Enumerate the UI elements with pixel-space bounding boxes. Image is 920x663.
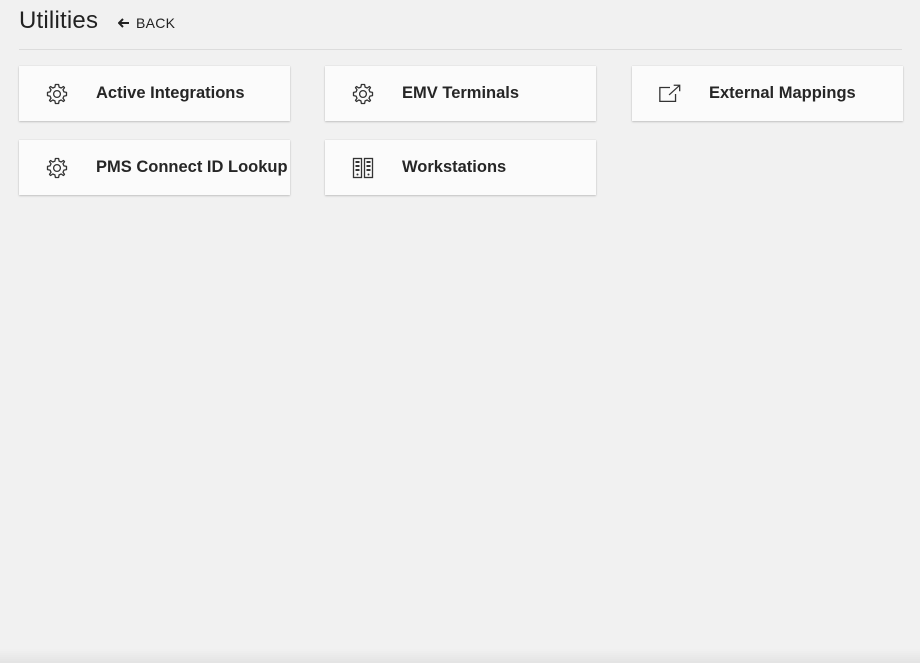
tile-label: External Mappings xyxy=(709,84,856,102)
back-label: BACK xyxy=(136,15,176,31)
external-link-icon xyxy=(658,82,682,106)
tile-workstations[interactable]: Workstations xyxy=(325,140,596,195)
bottom-shadow xyxy=(0,649,920,663)
tile-active-integrations[interactable]: Active Integrations xyxy=(19,66,290,121)
workstations-icon xyxy=(351,156,375,180)
tile-emv-terminals[interactable]: EMV Terminals xyxy=(325,66,596,121)
tile-pms-connect-id-lookup[interactable]: PMS Connect ID Lookup xyxy=(19,140,290,195)
tile-label: PMS Connect ID Lookup xyxy=(96,158,288,176)
header-divider xyxy=(19,49,902,50)
gear-icon xyxy=(351,82,375,106)
tile-label: EMV Terminals xyxy=(402,84,520,102)
back-button[interactable]: BACK xyxy=(118,14,175,32)
page-title: Utilities xyxy=(19,7,99,34)
tile-external-mappings[interactable]: External Mappings xyxy=(632,66,903,121)
tile-label: Workstations xyxy=(402,158,507,176)
gear-icon xyxy=(45,156,69,180)
tile-label: Active Integrations xyxy=(96,84,245,102)
arrow-left-icon xyxy=(118,18,129,28)
page-header: Utilities BACK xyxy=(0,0,920,50)
gear-icon xyxy=(45,82,69,106)
